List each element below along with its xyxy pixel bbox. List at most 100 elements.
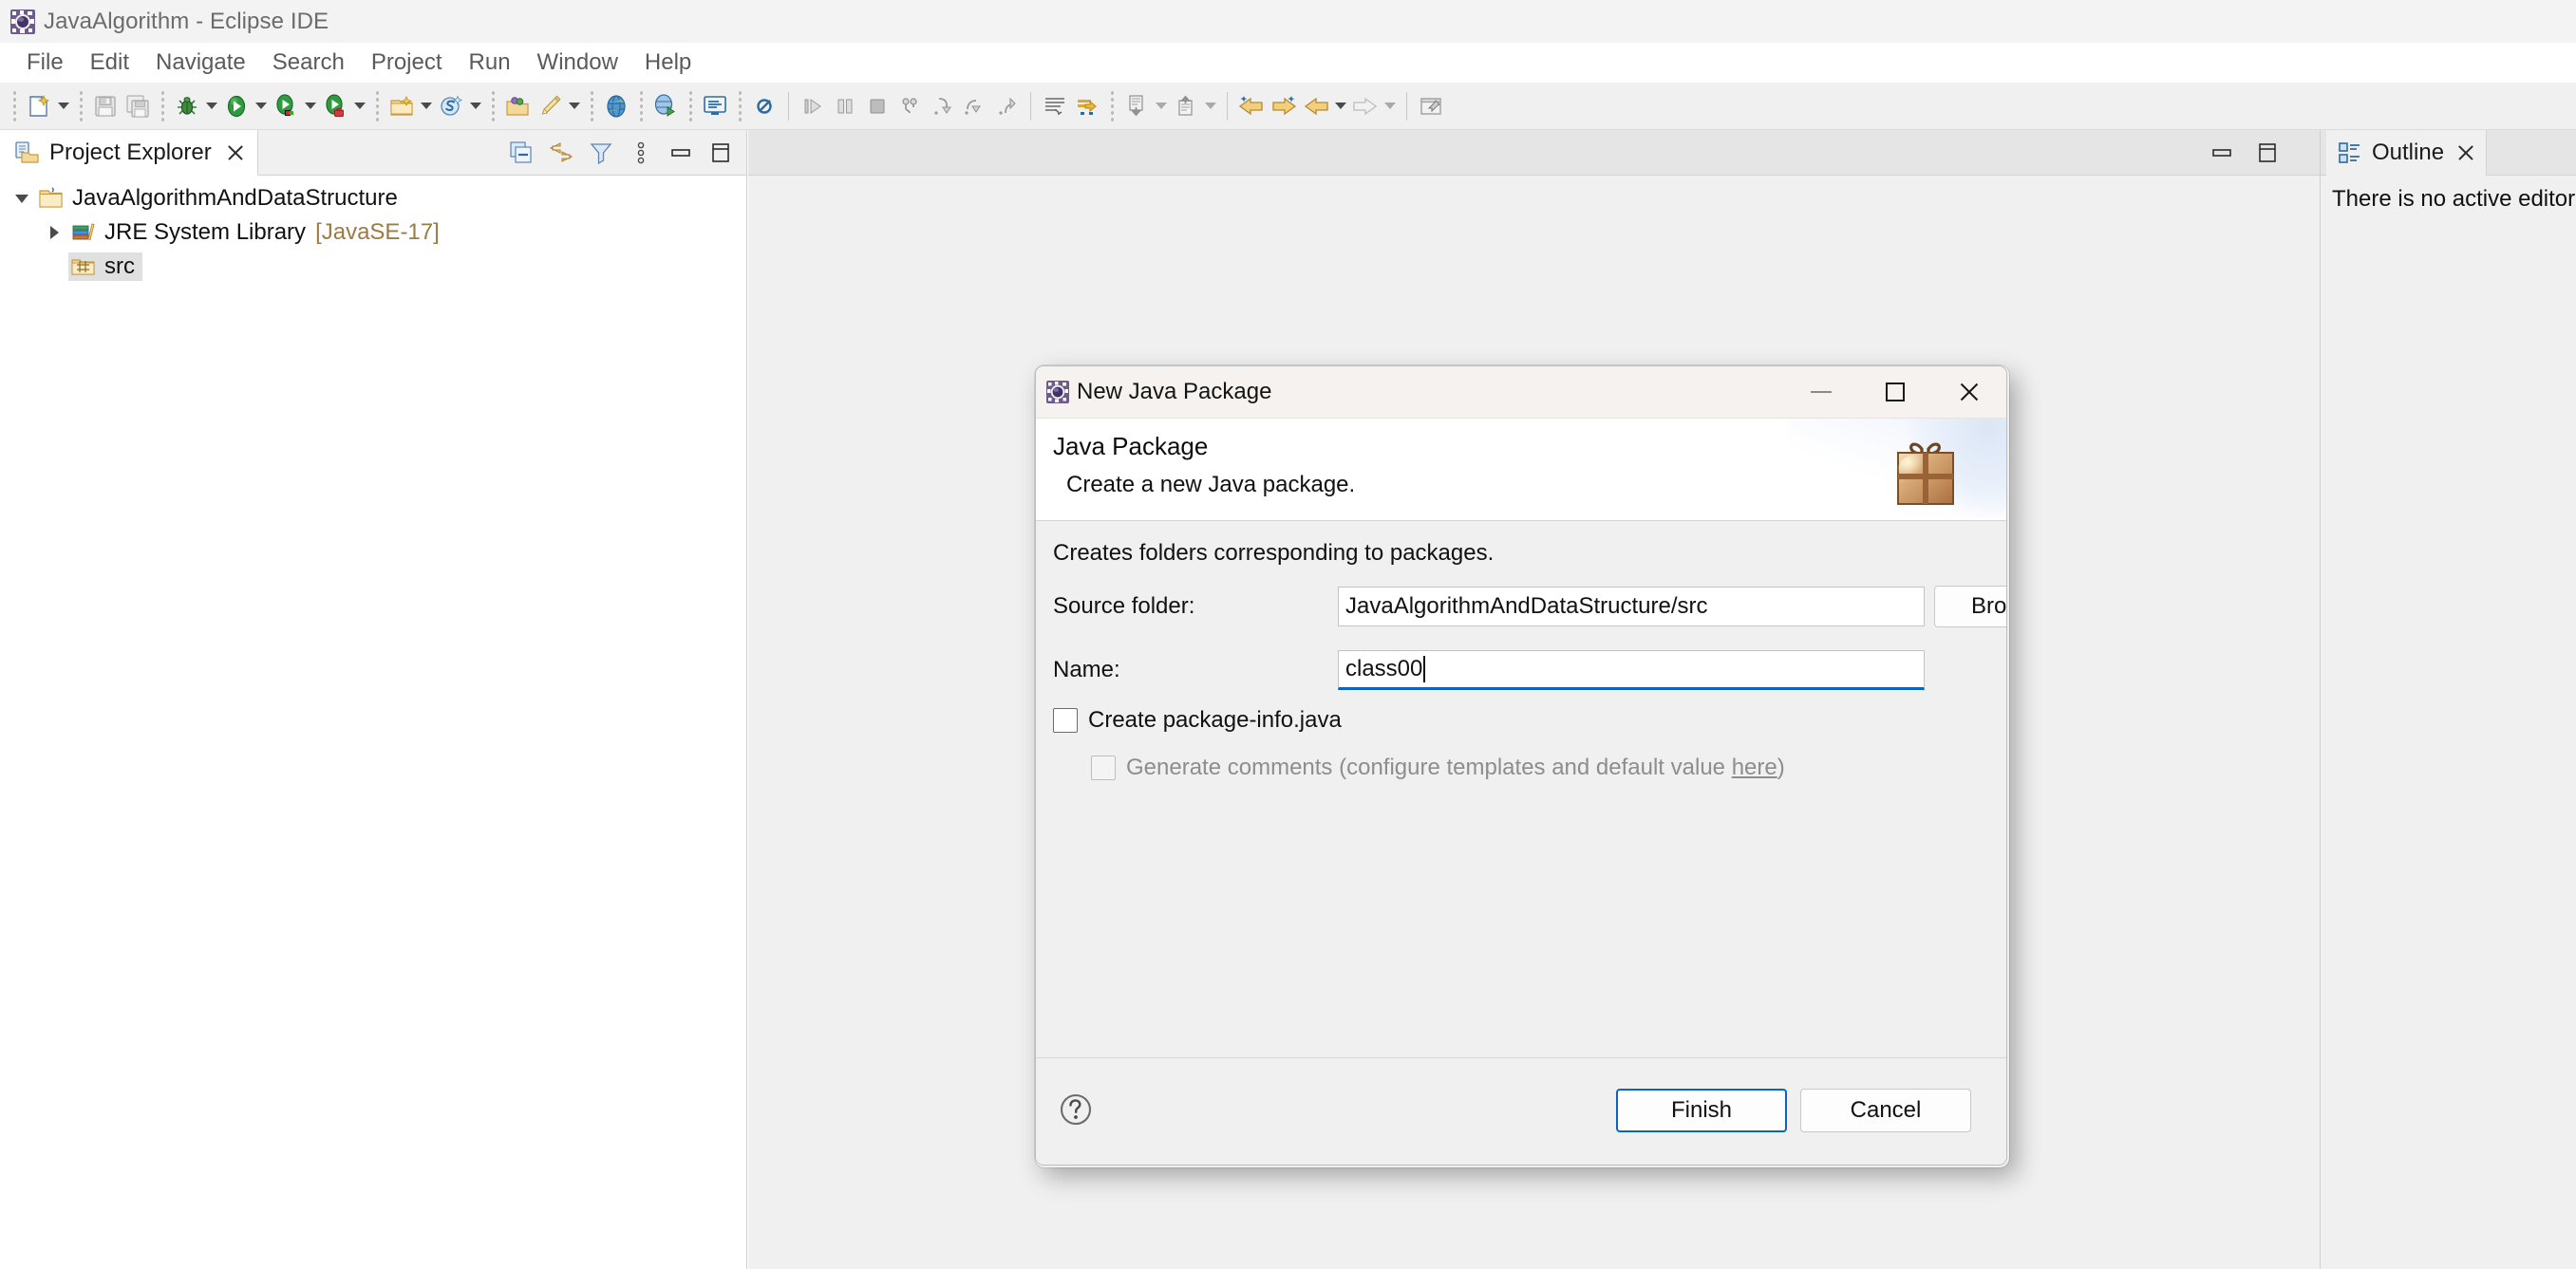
forward-star-icon[interactable] [1268,90,1300,122]
next-edit-dropdown-icon[interactable] [1202,90,1219,122]
save-all-icon[interactable] [122,90,154,122]
source-folder-label: Source folder: [1053,593,1195,619]
outline-empty-message: There is no active editor that provides … [2332,186,2576,212]
menu-navigate[interactable]: Navigate [142,47,259,78]
console-icon[interactable] [699,90,731,122]
debug-dropdown-icon[interactable] [203,90,220,122]
toolbar-separator [1406,91,1407,121]
collapse-all-icon[interactable] [505,137,537,169]
toolbar-separator [735,89,744,122]
back-arrow-dropdown-icon[interactable] [1332,90,1349,122]
terminate-icon[interactable] [861,90,893,122]
package-name-input[interactable]: class00 [1338,650,1925,690]
finish-button[interactable]: Finish [1616,1089,1787,1132]
suspend-icon[interactable] [829,90,861,122]
new-class-dropdown-icon[interactable] [566,90,583,122]
new-java-project-icon[interactable] [385,90,418,122]
menu-file[interactable]: File [13,47,77,78]
new-scout-project-dropdown-icon[interactable] [467,90,484,122]
tree-item-src[interactable]: src [0,250,746,284]
save-icon[interactable] [89,90,122,122]
name-row: Name: class00 [1053,650,1925,690]
menu-window[interactable]: Window [524,47,631,78]
outline-panel: Outline There is no active editor that p… [2320,130,2576,1269]
tree-item-label: JavaAlgorithmAndDataStructure [72,185,398,211]
close-icon[interactable] [2455,142,2476,163]
new-scout-project-icon[interactable] [435,90,467,122]
debug-icon[interactable] [171,90,203,122]
view-filters-icon[interactable] [585,137,617,169]
outline-body: There is no active editor that provides … [2321,177,2576,1269]
configure-templates-link[interactable]: here [1732,755,1777,780]
toolbar-separator [158,89,167,122]
dialog-titlebar: New Java Package [1036,366,2006,419]
tree-item-jre-library[interactable]: JRE System Library [JavaSE-17] [0,215,746,250]
menu-project[interactable]: Project [358,47,456,78]
previous-edit-dropdown-icon[interactable] [1153,90,1170,122]
back-star-icon[interactable] [1235,90,1268,122]
forward-arrow-icon[interactable] [1349,90,1382,122]
new-wizard-icon[interactable] [23,90,55,122]
menu-help[interactable]: Help [631,47,705,78]
step-into-icon[interactable] [926,90,958,122]
tab-outline[interactable]: Outline [2326,130,2488,176]
dialog-content: Creates folders corresponding to package… [1036,521,2006,1102]
coverage-dropdown-icon[interactable] [302,90,319,122]
menu-search[interactable]: Search [259,47,358,78]
generate-comments-label: Generate comments (configure templates a… [1126,755,1785,781]
next-annotation-icon[interactable] [1039,90,1071,122]
open-type-icon[interactable] [501,90,534,122]
chevron-right-icon[interactable] [40,226,68,239]
minimize-icon[interactable] [1784,366,1858,419]
link-with-editor-icon[interactable] [545,137,577,169]
next-edit-icon[interactable] [1170,90,1202,122]
close-icon[interactable] [225,142,246,163]
last-edit-location-icon[interactable] [1071,90,1103,122]
maximize-icon[interactable] [1858,366,1932,419]
skip-breakpoints-icon[interactable] [748,90,780,122]
toolbar-separator [1030,91,1031,121]
new-java-project-dropdown-icon[interactable] [418,90,435,122]
open-task-icon[interactable] [649,90,682,122]
project-explorer-tabrow: Project Explorer [0,130,746,176]
help-icon[interactable] [1057,1091,1095,1129]
pin-editor-icon[interactable] [1415,90,1447,122]
run-icon[interactable] [220,90,253,122]
resume-icon[interactable] [797,90,829,122]
create-package-info-checkbox-row[interactable]: Create package-info.java [1053,707,1342,734]
chevron-down-icon[interactable] [8,194,36,203]
menu-run[interactable]: Run [456,47,524,78]
source-folder-input[interactable]: JavaAlgorithmAndDataStructure/src [1338,587,1925,626]
tree-item-label: JRE System Library [104,219,307,245]
browse-button[interactable]: Browse... [1934,586,2006,627]
new-class-icon[interactable] [534,90,566,122]
external-tools-dropdown-icon[interactable] [351,90,368,122]
step-return-icon[interactable] [990,90,1023,122]
coverage-icon[interactable] [270,90,302,122]
external-tools-icon[interactable] [319,90,351,122]
disconnect-icon[interactable] [893,90,926,122]
run-dropdown-icon[interactable] [253,90,270,122]
tab-project-explorer[interactable]: Project Explorer [0,130,258,176]
java-project-icon [38,186,66,211]
new-wizard-dropdown-icon[interactable] [55,90,72,122]
back-arrow-icon[interactable] [1300,90,1332,122]
maximize-icon[interactable] [2251,137,2284,169]
project-tree[interactable]: JavaAlgorithmAndDataStructure JRE System… [0,176,746,1269]
maximize-icon[interactable] [705,137,737,169]
step-over-icon[interactable] [958,90,990,122]
search-globe-icon[interactable] [600,90,632,122]
create-package-info-checkbox[interactable] [1053,708,1078,733]
view-menu-icon[interactable] [625,137,657,169]
tree-item-project[interactable]: JavaAlgorithmAndDataStructure [0,181,746,215]
minimize-icon[interactable] [2206,137,2238,169]
project-explorer-tab-label: Project Explorer [49,139,212,165]
minimize-icon[interactable] [665,137,697,169]
cancel-button[interactable]: Cancel [1800,1089,1971,1132]
forward-arrow-dropdown-icon[interactable] [1382,90,1399,122]
menu-edit[interactable]: Edit [77,47,142,78]
previous-edit-icon[interactable] [1120,90,1153,122]
toolbar-separator [488,89,498,122]
close-icon[interactable] [1932,366,2006,419]
outline-icon [2338,140,2362,165]
